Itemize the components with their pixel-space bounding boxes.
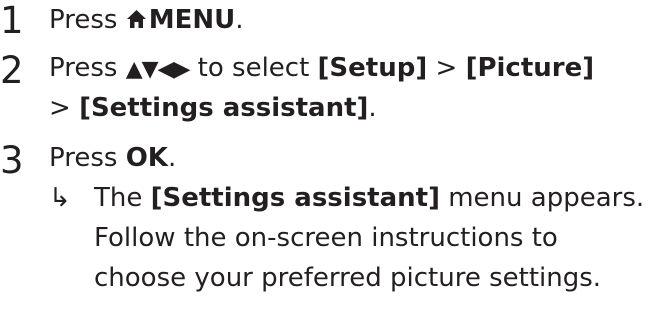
navigation-arrows-icon: ▲▼◀▶ <box>125 57 191 82</box>
step-1-text: Press MENU. <box>49 0 243 40</box>
step-2-line-1: Press ▲▼◀▶ to select [Setup] > [Picture] <box>49 48 594 90</box>
step-number: 1 <box>0 0 24 42</box>
picture-option: [Picture] <box>465 53 595 83</box>
step-3-text: Press OK. <box>49 138 176 178</box>
period: . <box>167 143 177 173</box>
ok-key: OK <box>125 143 168 173</box>
result-menu-appears: menu appears. <box>448 183 645 213</box>
settings-assistant-option: [Settings assistant] <box>79 93 369 123</box>
path-separator: > <box>49 93 71 123</box>
result-line-2: Follow the on-screen instructions to <box>94 223 558 253</box>
result-arrow-icon: ↳ <box>49 183 71 213</box>
setup-option: [Setup] <box>317 53 428 83</box>
path-separator: > <box>435 53 458 83</box>
press-label: Press <box>49 5 118 35</box>
period: . <box>368 93 377 123</box>
instruction-steps: 1 Press MENU. 2 Press ▲▼◀▶ to select [Se… <box>0 0 648 322</box>
to-select-label: to select <box>197 53 310 83</box>
settings-assistant-menu-name: [Settings assistant] <box>150 183 440 213</box>
result-line-3: choose your preferred picture settings. <box>94 263 602 293</box>
step-number: 3 <box>0 139 24 182</box>
step-2-line-2: > [Settings assistant]. <box>49 88 377 128</box>
result-the: The <box>94 183 143 213</box>
period: . <box>235 5 244 35</box>
home-icon <box>126 10 146 28</box>
step-number: 2 <box>0 49 24 92</box>
press-label: Press <box>49 143 118 173</box>
press-label: Press <box>49 53 118 83</box>
menu-key: MENU <box>148 5 236 35</box>
result-line-1: The [Settings assistant] menu appears. <box>94 178 644 218</box>
